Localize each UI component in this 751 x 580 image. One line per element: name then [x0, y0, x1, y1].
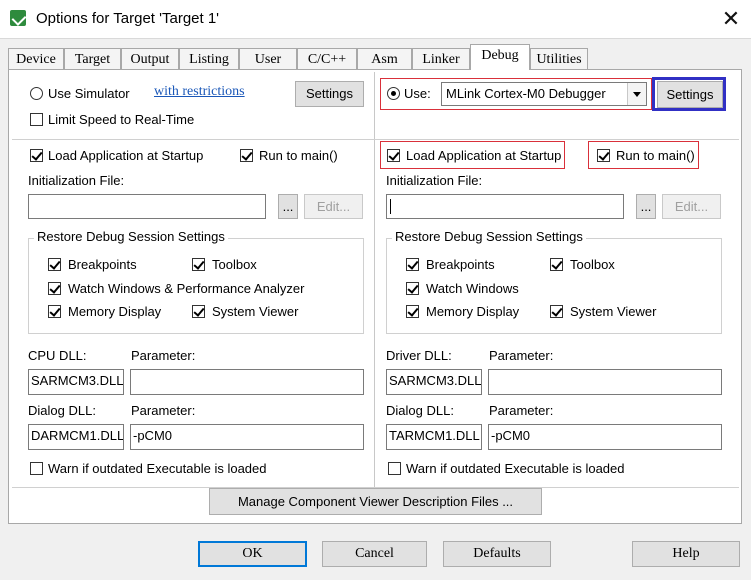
warn-outdated-checkbox-right[interactable]: [388, 462, 401, 475]
breakpoints-label: Breakpoints: [68, 257, 137, 272]
tab-asm[interactable]: Asm: [357, 48, 412, 69]
load-app-checkbox[interactable]: [30, 149, 43, 162]
warn-outdated-label: Warn if outdated Executable is loaded: [48, 461, 267, 476]
driver-parameter-input[interactable]: [488, 369, 722, 395]
close-icon[interactable]: ✕: [716, 4, 746, 34]
init-file-browse-button[interactable]: ...: [278, 194, 298, 219]
system-viewer-label-right: System Viewer: [570, 304, 657, 319]
toolbox-label-right: Toolbox: [570, 257, 615, 272]
highlight-use-debugger: [380, 78, 652, 110]
with-restrictions-link[interactable]: with restrictions: [154, 84, 245, 100]
warn-outdated-checkbox[interactable]: [30, 462, 43, 475]
cpu-dll-label: CPU DLL:: [28, 348, 87, 363]
init-file-input-right[interactable]: [386, 194, 624, 219]
toolbox-checkbox-right[interactable]: [550, 258, 563, 271]
warn-outdated-label-right: Warn if outdated Executable is loaded: [406, 461, 625, 476]
init-file-browse-button-right[interactable]: ...: [636, 194, 656, 219]
memory-display-checkbox[interactable]: [48, 305, 61, 318]
cpu-parameter-label: Parameter:: [131, 348, 196, 363]
tab-bar: Device Target Output Listing User C/C++ …: [8, 44, 748, 70]
tab-target[interactable]: Target: [64, 48, 121, 69]
watch-windows-checkbox-right[interactable]: [406, 282, 419, 295]
watch-windows-label-right: Watch Windows: [426, 281, 519, 296]
init-file-input[interactable]: [28, 194, 266, 219]
restore-settings-title: Restore Debug Session Settings: [34, 229, 228, 244]
cpu-dll-input[interactable]: SARMCM3.DLL: [28, 369, 124, 395]
manage-component-viewer-button[interactable]: Manage Component Viewer Description File…: [209, 488, 542, 515]
dialog-dll-input-right[interactable]: TARMCM1.DLL: [386, 424, 482, 450]
driver-parameter-label: Parameter:: [489, 348, 554, 363]
highlight-run-to-main: [588, 141, 699, 169]
dialog-parameter-label: Parameter:: [131, 403, 196, 418]
watch-windows-label: Watch Windows & Performance Analyzer: [68, 281, 305, 296]
watch-windows-checkbox[interactable]: [48, 282, 61, 295]
memory-display-checkbox-right[interactable]: [406, 305, 419, 318]
help-button[interactable]: Help: [632, 541, 740, 567]
dialog-dll-input[interactable]: DARMCM1.DLL: [28, 424, 124, 450]
dialog-parameter-input[interactable]: -pCM0: [130, 424, 364, 450]
init-file-edit-button-right[interactable]: Edit...: [662, 194, 721, 219]
tab-device[interactable]: Device: [8, 48, 64, 69]
limit-speed-checkbox[interactable]: [30, 113, 43, 126]
driver-dll-input[interactable]: SARMCM3.DLL: [386, 369, 482, 395]
memory-display-label-right: Memory Display: [426, 304, 520, 319]
highlight-load-app: [380, 141, 565, 169]
dialog-dll-label: Dialog DLL:: [28, 403, 96, 418]
use-simulator-radio[interactable]: [30, 87, 43, 100]
app-icon: [10, 10, 26, 26]
tab-listing[interactable]: Listing: [179, 48, 239, 69]
row-divider: [12, 139, 739, 140]
breakpoints-label-right: Breakpoints: [426, 257, 495, 272]
title-bar: Options for Target 'Target 1' ✕: [0, 0, 751, 39]
tab-utilities[interactable]: Utilities: [530, 48, 588, 69]
restore-settings-title-right: Restore Debug Session Settings: [392, 229, 586, 244]
highlight-settings: [652, 77, 726, 111]
breakpoints-checkbox[interactable]: [48, 258, 61, 271]
dialog-dll-label-right: Dialog DLL:: [386, 403, 454, 418]
window-title: Options for Target 'Target 1': [36, 10, 220, 27]
simulator-settings-button[interactable]: Settings: [295, 81, 364, 107]
memory-display-label: Memory Display: [68, 304, 162, 319]
dialog-parameter-input-right[interactable]: -pCM0: [488, 424, 722, 450]
toolbox-checkbox[interactable]: [192, 258, 205, 271]
init-file-label: Initialization File:: [28, 173, 125, 188]
tab-output[interactable]: Output: [121, 48, 179, 69]
tab-user[interactable]: User: [239, 48, 297, 69]
text-cursor: [390, 199, 391, 214]
cancel-button[interactable]: Cancel: [322, 541, 427, 567]
dialog-parameter-label-right: Parameter:: [489, 403, 554, 418]
system-viewer-checkbox-right[interactable]: [550, 305, 563, 318]
run-to-main-checkbox[interactable]: [240, 149, 253, 162]
cpu-parameter-input[interactable]: [130, 369, 364, 395]
toolbox-label: Toolbox: [212, 257, 257, 272]
defaults-button[interactable]: Defaults: [443, 541, 551, 567]
breakpoints-checkbox-right[interactable]: [406, 258, 419, 271]
system-viewer-checkbox[interactable]: [192, 305, 205, 318]
use-simulator-label: Use Simulator: [48, 86, 130, 101]
column-divider: [374, 72, 375, 487]
driver-dll-label: Driver DLL:: [386, 348, 452, 363]
init-file-edit-button[interactable]: Edit...: [304, 194, 363, 219]
tab-linker[interactable]: Linker: [412, 48, 470, 69]
init-file-label-right: Initialization File:: [386, 173, 483, 188]
load-app-label: Load Application at Startup: [48, 148, 204, 163]
tab-c-cpp[interactable]: C/C++: [297, 48, 357, 69]
ok-button[interactable]: OK: [198, 541, 307, 567]
system-viewer-label: System Viewer: [212, 304, 299, 319]
limit-speed-label: Limit Speed to Real-Time: [48, 112, 195, 127]
tab-debug[interactable]: Debug: [470, 44, 530, 70]
run-to-main-label: Run to main(): [259, 148, 338, 163]
